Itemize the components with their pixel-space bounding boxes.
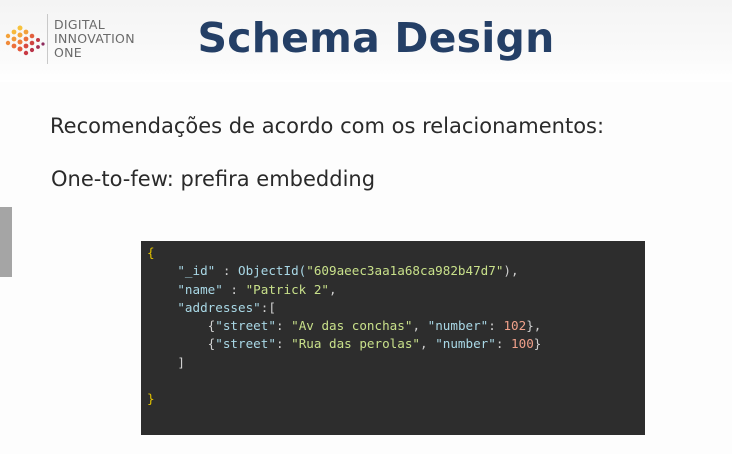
code-addr2-street-value: "Rua das perolas" [291, 336, 421, 352]
code-addr2-number-key: "number" [435, 336, 496, 352]
slide-title: Schema Design [197, 14, 555, 62]
code-id-key: "_id" [177, 263, 216, 279]
slide: DIGITAL INNOVATION ONE Schema Design Rec… [0, 0, 732, 454]
side-tab [0, 207, 12, 277]
code-addresses-open: :[ [260, 299, 276, 315]
subtitle: Recomendações de acordo com os relaciona… [50, 114, 605, 138]
code-name-key: "name" [177, 281, 223, 297]
code-id-end: ), [503, 263, 519, 279]
code-id-sep: : [215, 263, 239, 279]
code-addr1-number-value: 102 [503, 318, 527, 334]
code-addr1-street-key: "street" [215, 318, 276, 334]
code-open-brace: { [147, 245, 155, 260]
code-name-sep: : [222, 281, 246, 297]
code-name-value: "Patrick 2" [245, 281, 329, 297]
slide-title-wrap: Schema Design [0, 14, 732, 62]
code-addr2-number-value: 100 [511, 336, 534, 352]
code-id-value: "609aeec3aa1a68ca982b47d7" [306, 263, 504, 279]
code-id-fn: ObjectId( [238, 263, 307, 279]
code-name-end: , [329, 281, 337, 297]
code-addresses-close: ] [177, 354, 185, 370]
rule-text: One-to-few: prefira embedding [51, 167, 376, 191]
code-addr1-end: }, [526, 318, 542, 334]
code-block: { "_id" : ObjectId("609aeec3aa1a68ca982b… [141, 241, 645, 435]
code-addr1-street-value: "Av das conchas" [291, 318, 413, 334]
code-listing: { "_id" : ObjectId("609aeec3aa1a68ca982b… [147, 245, 542, 407]
code-addr2-end: } [533, 336, 542, 352]
code-addresses-key: "addresses" [177, 299, 261, 315]
code-close-brace: } [147, 391, 155, 407]
code-addr1-number-key: "number" [427, 318, 489, 334]
code-addr2-street-key: "street" [215, 336, 276, 352]
